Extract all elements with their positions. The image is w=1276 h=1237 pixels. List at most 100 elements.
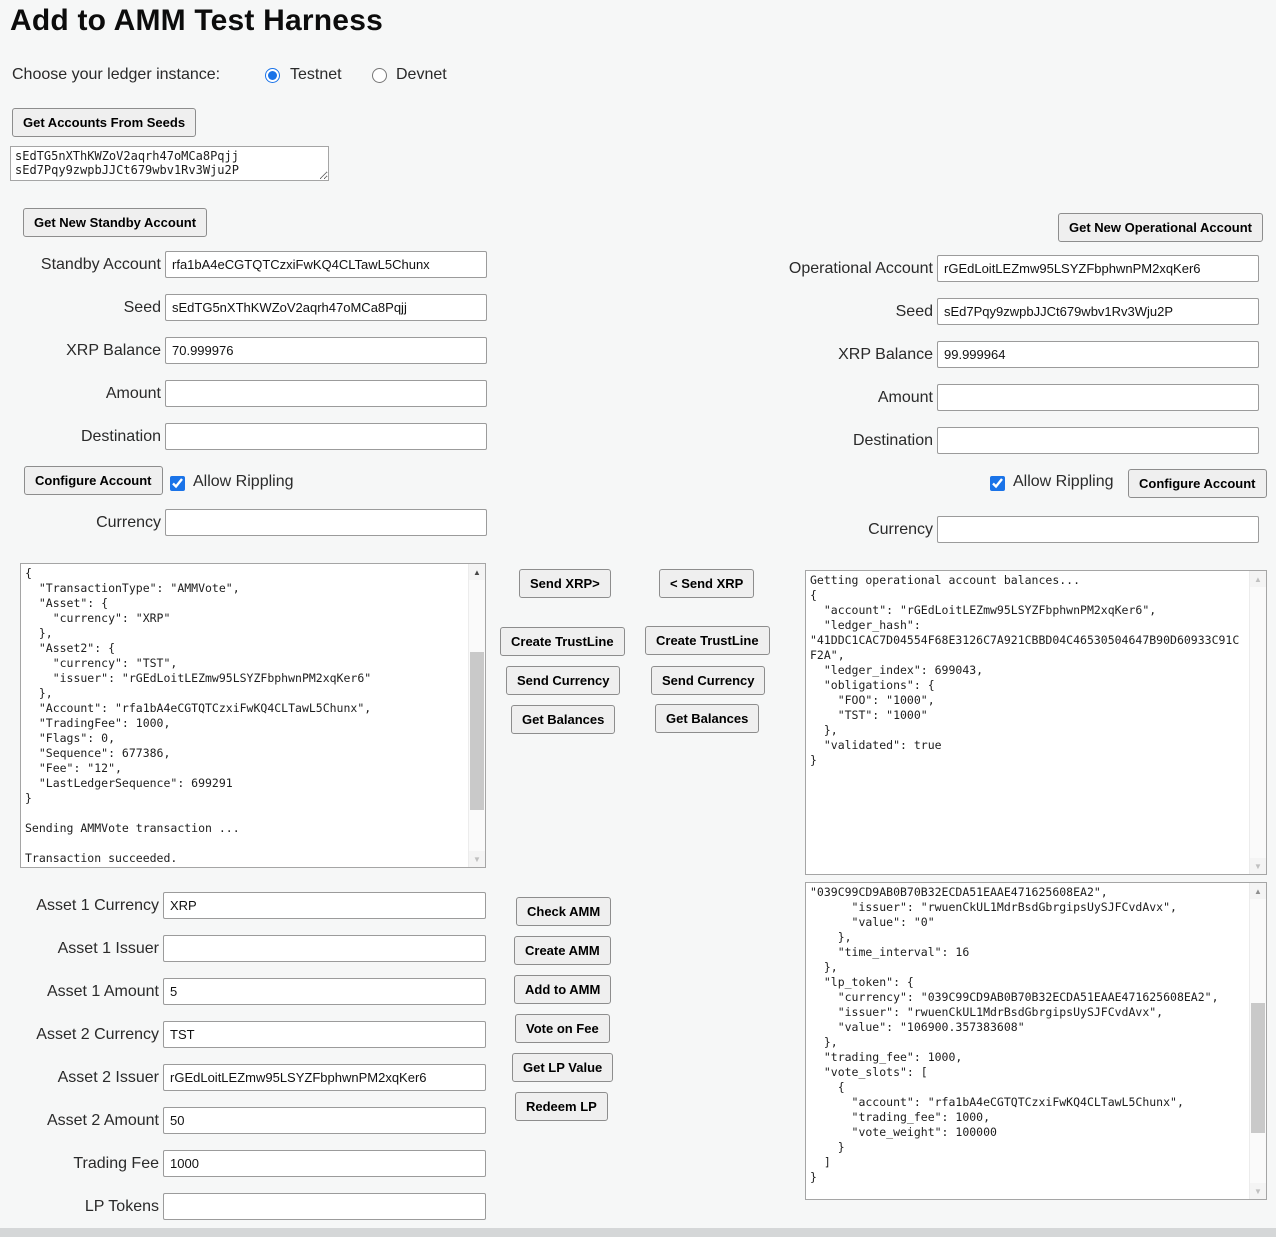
create-amm-button[interactable]: Create AMM (514, 936, 611, 965)
standby-configure-account-button[interactable]: Configure Account (24, 466, 163, 495)
asset2-currency-label: Asset 2 Currency (0, 1026, 159, 1044)
add-to-amm-button[interactable]: Add to AMM (514, 975, 611, 1004)
trading-fee-label: Trading Fee (0, 1155, 159, 1173)
operational-xrp-balance-label: XRP Balance (772, 346, 933, 364)
standby-results-textarea[interactable]: { "TransactionType": "AMMVote", "Asset":… (20, 563, 486, 868)
asset2-currency-input[interactable] (163, 1021, 486, 1048)
testnet-radio-label[interactable]: Testnet (290, 66, 342, 84)
redeem-lp-button[interactable]: Redeem LP (515, 1092, 608, 1121)
asset2-issuer-label: Asset 2 Issuer (0, 1069, 159, 1087)
operational-results-textarea[interactable]: Getting operational account balances... … (805, 570, 1267, 875)
scroll-down-icon[interactable]: ▼ (1250, 858, 1266, 874)
amm-results-scrollbar[interactable]: ▲ ▼ (1249, 883, 1266, 1199)
asset2-currency-row: Asset 2 Currency (0, 1021, 486, 1048)
devnet-radio-label[interactable]: Devnet (396, 66, 447, 84)
get-new-operational-account-button[interactable]: Get New Operational Account (1058, 213, 1263, 242)
operational-results-scrollbar[interactable]: ▲ ▼ (1249, 571, 1266, 874)
asset1-issuer-input[interactable] (163, 935, 486, 962)
standby-allow-rippling-label[interactable]: Allow Rippling (193, 473, 294, 491)
trading-fee-input[interactable] (163, 1150, 486, 1177)
standby-account-input[interactable] (165, 251, 487, 278)
send-xrp-to-operational-button[interactable]: Send XRP> (519, 569, 611, 598)
operational-create-trustline-button[interactable]: Create TrustLine (645, 626, 770, 655)
asset1-issuer-label: Asset 1 Issuer (0, 940, 159, 958)
scroll-down-icon[interactable]: ▼ (469, 851, 485, 867)
check-amm-button[interactable]: Check AMM (516, 897, 611, 926)
amm-test-harness-page: Add to AMM Test Harness Choose your ledg… (0, 0, 1276, 1237)
operational-xrp-balance-row: XRP Balance (772, 341, 1259, 368)
asset1-amount-input[interactable] (163, 978, 486, 1005)
asset1-amount-row: Asset 1 Amount (0, 978, 486, 1005)
standby-amount-input[interactable] (165, 380, 487, 407)
operational-send-currency-button[interactable]: Send Currency (651, 666, 765, 695)
asset1-currency-row: Asset 1 Currency (0, 892, 486, 919)
standby-seed-row: Seed (0, 294, 487, 321)
asset2-amount-row: Asset 2 Amount (0, 1107, 486, 1134)
operational-account-input[interactable] (937, 255, 1259, 282)
amm-results-textarea[interactable]: "039C99CD9AB0B70B32ECDA51EAAE471625608EA… (805, 882, 1267, 1200)
scroll-up-icon[interactable]: ▲ (1250, 571, 1266, 587)
devnet-radio[interactable] (372, 68, 387, 83)
asset1-currency-input[interactable] (163, 892, 486, 919)
standby-get-balances-button[interactable]: Get Balances (511, 705, 615, 734)
get-accounts-from-seeds-button[interactable]: Get Accounts From Seeds (12, 108, 196, 137)
standby-xrp-balance-row: XRP Balance (0, 337, 487, 364)
operational-account-label: Operational Account (772, 260, 933, 278)
get-new-standby-account-button[interactable]: Get New Standby Account (23, 208, 207, 237)
standby-send-currency-button[interactable]: Send Currency (506, 666, 620, 695)
standby-amount-row: Amount (0, 380, 487, 407)
operational-account-row: Operational Account (772, 255, 1259, 282)
scroll-up-icon[interactable]: ▲ (469, 564, 485, 580)
get-lp-value-button[interactable]: Get LP Value (512, 1053, 613, 1082)
asset2-amount-label: Asset 2 Amount (0, 1112, 159, 1130)
scrollbar-thumb[interactable] (470, 652, 484, 810)
standby-currency-label: Currency (0, 514, 161, 532)
standby-destination-label: Destination (0, 428, 161, 446)
scrollbar-thumb[interactable] (1251, 1003, 1265, 1133)
vote-on-fee-button[interactable]: Vote on Fee (515, 1014, 610, 1043)
ledger-instance-label: Choose your ledger instance: (12, 66, 220, 84)
scroll-down-icon[interactable]: ▼ (1250, 1183, 1266, 1199)
asset2-amount-input[interactable] (163, 1107, 486, 1134)
operational-allow-rippling-label[interactable]: Allow Rippling (1013, 473, 1114, 491)
operational-xrp-balance-input[interactable] (937, 341, 1259, 368)
operational-currency-input[interactable] (937, 516, 1259, 543)
lp-tokens-label: LP Tokens (0, 1198, 159, 1216)
scroll-up-icon[interactable]: ▲ (1250, 883, 1266, 899)
standby-allow-rippling-checkbox[interactable] (170, 476, 185, 491)
page-title: Add to AMM Test Harness (10, 4, 383, 38)
standby-seed-label: Seed (0, 299, 161, 317)
standby-create-trustline-button[interactable]: Create TrustLine (500, 627, 625, 656)
lp-tokens-row: LP Tokens (0, 1193, 486, 1220)
testnet-radio[interactable] (265, 68, 280, 83)
operational-seed-input[interactable] (937, 298, 1259, 325)
lp-tokens-input[interactable] (163, 1193, 486, 1220)
standby-destination-row: Destination (0, 423, 487, 450)
send-xrp-to-standby-button[interactable]: < Send XRP (659, 569, 754, 598)
operational-destination-input[interactable] (937, 427, 1259, 454)
standby-currency-row: Currency (0, 509, 487, 536)
asset2-issuer-input[interactable] (163, 1064, 486, 1091)
standby-seed-input[interactable] (165, 294, 487, 321)
trading-fee-row: Trading Fee (0, 1150, 486, 1177)
operational-get-balances-button[interactable]: Get Balances (655, 704, 759, 733)
standby-destination-input[interactable] (165, 423, 487, 450)
standby-results-scrollbar[interactable]: ▲ ▼ (468, 564, 485, 867)
standby-currency-input[interactable] (165, 509, 487, 536)
asset1-currency-label: Asset 1 Currency (0, 897, 159, 915)
asset1-issuer-row: Asset 1 Issuer (0, 935, 486, 962)
operational-destination-row: Destination (772, 427, 1259, 454)
operational-configure-account-button[interactable]: Configure Account (1128, 469, 1267, 498)
asset2-issuer-row: Asset 2 Issuer (0, 1064, 486, 1091)
standby-amount-label: Amount (0, 385, 161, 403)
operational-allow-rippling-checkbox[interactable] (990, 476, 1005, 491)
operational-seed-row: Seed (772, 298, 1259, 325)
standby-account-row: Standby Account (0, 251, 487, 278)
operational-amount-input[interactable] (937, 384, 1259, 411)
operational-amount-label: Amount (772, 389, 933, 407)
seeds-textarea[interactable]: sEdTG5nXThKWZoV2aqrh47oMCa8Pqjj sEd7Pqy9… (10, 146, 329, 181)
standby-xrp-balance-label: XRP Balance (0, 342, 161, 360)
standby-xrp-balance-input[interactable] (165, 337, 487, 364)
operational-destination-label: Destination (772, 432, 933, 450)
asset1-amount-label: Asset 1 Amount (0, 983, 159, 1001)
